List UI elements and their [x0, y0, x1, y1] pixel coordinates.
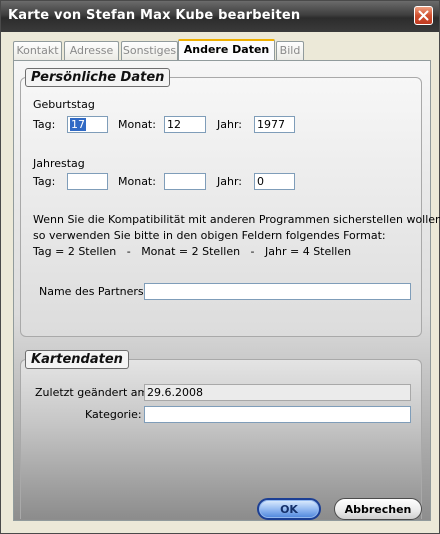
last-changed-field: [144, 384, 411, 401]
window-title: Karte von Stefan Max Kube bearbeiten: [8, 8, 301, 23]
format-info-line-3: Tag = 2 Stellen - Monat = 2 Stellen - Ja…: [33, 245, 352, 258]
close-button[interactable]: [414, 6, 433, 25]
anniversary-month-label: Monat:: [118, 175, 156, 188]
anniversary-day-input[interactable]: [67, 173, 108, 190]
edit-card-dialog: Karte von Stefan Max Kube bearbeiten Kon…: [0, 0, 440, 534]
title-bar[interactable]: Karte von Stefan Max Kube bearbeiten: [1, 1, 439, 32]
birthday-day-input[interactable]: 17: [67, 116, 108, 133]
tab-bild[interactable]: Bild: [276, 41, 304, 60]
last-changed-label: Zuletzt geändert am:: [35, 386, 152, 399]
tab-panel: Persönliche Daten Geburtstag Tag: 17 Mon…: [13, 60, 440, 521]
close-icon: [418, 10, 429, 21]
format-info-line-2: so verwenden Sie bitte in den obigen Fel…: [33, 229, 386, 242]
card-data-group: Kartendaten Zuletzt geändert am: Kategor…: [20, 350, 422, 519]
birthday-heading: Geburtstag: [33, 98, 95, 111]
personal-data-group: Persönliche Daten Geburtstag Tag: 17 Mon…: [20, 68, 440, 337]
birthday-year-input[interactable]: [254, 116, 295, 133]
birthday-month-label: Monat:: [118, 118, 156, 131]
tab-sonstiges[interactable]: Sonstiges: [121, 41, 178, 60]
anniversary-heading: Jahrestag: [33, 157, 85, 170]
birthday-year-label: Jahr:: [217, 118, 242, 131]
dialog-body: Kontakt Adresse Sonstiges Andere Daten B…: [5, 32, 440, 531]
anniversary-year-label: Jahr:: [217, 175, 242, 188]
anniversary-day-label: Tag:: [33, 175, 56, 188]
anniversary-month-input[interactable]: [164, 173, 206, 190]
cancel-button[interactable]: Abbrechen: [334, 498, 422, 520]
personal-data-legend: Persönliche Daten: [25, 68, 171, 87]
birthday-day-value: 17: [70, 118, 86, 131]
ok-button[interactable]: OK: [257, 498, 321, 520]
tab-kontakt[interactable]: Kontakt: [13, 41, 62, 60]
partner-name-label: Name des Partners:: [39, 285, 148, 298]
birthday-month-input[interactable]: [164, 116, 206, 133]
format-info-line-1: Wenn Sie die Kompatibilität mit anderen …: [33, 213, 440, 226]
tab-andere-daten[interactable]: Andere Daten: [178, 39, 275, 61]
anniversary-year-input[interactable]: [254, 173, 295, 190]
partner-name-input[interactable]: [144, 283, 411, 300]
card-data-legend: Kartendaten: [25, 350, 129, 369]
category-input[interactable]: [144, 406, 411, 423]
category-label: Kategorie:: [85, 408, 142, 421]
tab-adresse[interactable]: Adresse: [64, 41, 119, 60]
birthday-day-label: Tag:: [33, 118, 56, 131]
